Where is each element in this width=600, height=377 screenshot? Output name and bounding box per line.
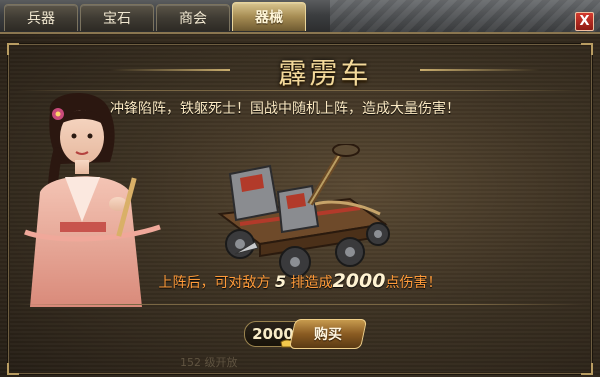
title-ornament-line [420, 69, 540, 71]
item-effect-text: 上阵后，可对敌方 5 排造成2000点伤害！ [0, 270, 600, 292]
frame-corner-ornament [7, 363, 19, 375]
frame-corner-ornament [7, 43, 19, 55]
item-title: 霹雳车 [278, 57, 372, 90]
item-panel: 霹雳车 冲锋陷阵，铁躯死士！国战中随机上阵，造成大量伤害！ 上阵后，可对敌方 5… [0, 32, 600, 377]
title-divider [18, 90, 584, 91]
tab-machinery[interactable]: 器械 [232, 2, 306, 31]
close-button[interactable]: X [575, 12, 594, 31]
bottom-divider [18, 304, 584, 305]
effect-middle: 排造成 [290, 275, 333, 291]
tab-gems[interactable]: 宝石 [80, 4, 154, 31]
effect-damage-value: 2000 [332, 270, 386, 292]
effect-rows-value: 5 [274, 272, 287, 291]
unlock-level-note: 152 级开放 [180, 356, 238, 369]
close-icon: X [579, 14, 590, 29]
frame-corner-ornament [581, 43, 593, 55]
catapult-vehicle-image [217, 144, 390, 278]
shop-window: 兵器 宝石 商会 器械 X 霹雳车 冲锋陷阵，铁躯死士！国战中随机上阵，造成大量… [0, 0, 600, 377]
item-title-plaque: 霹雳车 [110, 48, 540, 92]
buy-button-label: 购买 [314, 327, 342, 343]
effect-prefix: 上阵后，可对敌方 [158, 275, 271, 291]
purchase-bar: 2000 购买 [244, 319, 368, 349]
frame-corner-ornament [581, 363, 593, 375]
tab-merchant[interactable]: 商会 [156, 4, 230, 31]
buy-button[interactable]: 购买 [288, 319, 368, 349]
item-description: 冲锋陷阵，铁躯死士！国战中随机上阵，造成大量伤害！ [110, 101, 460, 117]
effect-suffix: 点伤害！ [385, 275, 442, 291]
tab-weapons[interactable]: 兵器 [4, 4, 78, 31]
tab-bar: 兵器 宝石 商会 器械 [4, 2, 306, 32]
